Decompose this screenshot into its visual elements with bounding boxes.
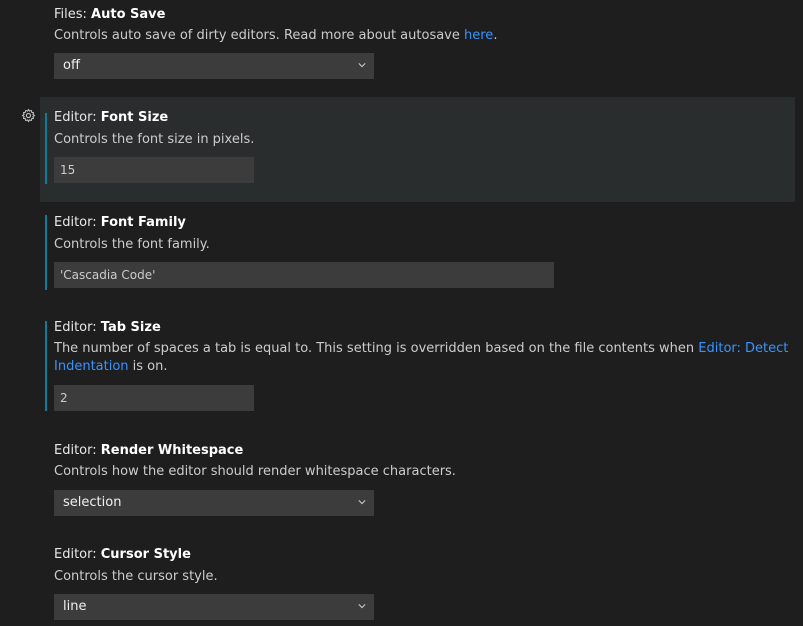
chevron-down-icon: [358, 500, 366, 505]
setting-category: Editor:: [54, 443, 101, 458]
setting-editor-render-whitespace: Editor: Render Whitespace Controls how t…: [40, 432, 795, 532]
modified-indicator: [45, 321, 47, 411]
setting-editor-cursor-style: Editor: Cursor Style Controls the cursor…: [40, 536, 795, 626]
gear-icon[interactable]: [21, 108, 36, 123]
setting-description: Controls how the editor should render wh…: [54, 464, 456, 479]
setting-editor-font-family: Editor: Font Family Controls the font fa…: [40, 202, 795, 307]
setting-description: Controls the font size in pixels.: [54, 132, 255, 147]
setting-key: Font Family: [100, 215, 186, 230]
setting-key: Render Whitespace: [100, 443, 244, 458]
setting-editor-tab-size: Editor: Tab Size The number of spaces a …: [40, 307, 795, 432]
setting-editor-font-size: Editor: Font Size Controls the font size…: [40, 97, 795, 202]
description-text-end: is on.: [128, 359, 168, 374]
setting-key: Tab Size: [100, 320, 161, 335]
font-family-input[interactable]: 'Cascadia Code': [54, 262, 554, 288]
dropdown-value: off: [63, 58, 80, 73]
setting-title: Editor: Tab Size: [54, 320, 161, 335]
setting-title: Editor: Cursor Style: [54, 547, 191, 562]
settings-editor: Files: Auto Save Controls auto save of d…: [0, 0, 803, 626]
setting-description: Controls the font family.: [54, 237, 210, 252]
setting-key: Font Size: [100, 110, 169, 125]
setting-category: Editor:: [54, 547, 101, 562]
autosave-docs-link[interactable]: here: [464, 28, 493, 43]
font-size-input[interactable]: 15: [54, 157, 254, 183]
setting-title: Editor: Font Size: [54, 110, 168, 125]
dropdown-value: selection: [63, 495, 122, 510]
cursor-style-dropdown[interactable]: line: [54, 594, 374, 620]
setting-key: Cursor Style: [100, 547, 191, 562]
description-text: Controls auto save of dirty editors. Rea…: [54, 28, 465, 43]
setting-category: Editor:: [54, 215, 101, 230]
setting-files-auto-save: Files: Auto Save Controls auto save of d…: [40, 0, 795, 92]
setting-title: Files: Auto Save: [54, 7, 165, 22]
modified-indicator: [45, 113, 47, 184]
description-text: The number of spaces a tab is equal to. …: [54, 341, 699, 356]
setting-description: Controls the cursor style.: [54, 569, 218, 584]
setting-category: Editor:: [54, 110, 101, 125]
modified-indicator: [45, 215, 47, 290]
chevron-down-icon: [358, 63, 366, 68]
description-text-end: .: [493, 28, 498, 43]
setting-category: Files:: [54, 7, 92, 22]
dropdown-value: line: [63, 599, 87, 614]
chevron-down-icon: [358, 604, 366, 609]
tab-size-input[interactable]: 2: [54, 385, 254, 411]
setting-title: Editor: Render Whitespace: [54, 443, 243, 458]
render-whitespace-dropdown[interactable]: selection: [54, 490, 374, 516]
auto-save-dropdown[interactable]: off: [54, 53, 374, 79]
setting-description: Controls auto save of dirty editors. Rea…: [54, 27, 497, 45]
setting-key: Auto Save: [91, 7, 166, 22]
setting-category: Editor:: [54, 320, 101, 335]
setting-description: The number of spaces a tab is equal to. …: [54, 340, 789, 376]
setting-title: Editor: Font Family: [54, 215, 186, 230]
